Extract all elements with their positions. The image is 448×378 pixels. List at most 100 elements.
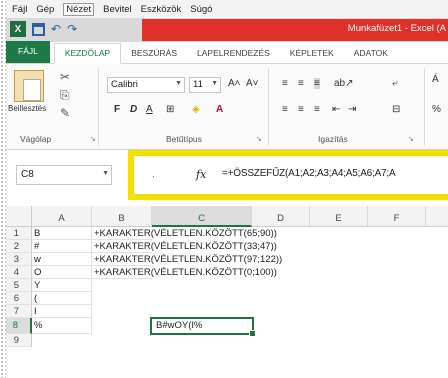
cell-a1[interactable]: B <box>32 227 92 240</box>
decrease-indent-icon[interactable]: ⇤ <box>332 104 340 115</box>
group-label-alignment: Igazítás <box>318 134 348 144</box>
worksheet-grid[interactable]: A B C D E F 1 2 3 4 5 6 7 8 9 B # w O Y … <box>6 206 448 378</box>
borders-icon[interactable]: ⊞ <box>166 104 174 115</box>
column-header-g[interactable] <box>426 206 448 227</box>
font-launcher-icon[interactable]: ↘ <box>256 135 262 143</box>
tab-data[interactable]: ADATOK <box>344 48 398 63</box>
italic-button[interactable]: D <box>130 104 137 115</box>
tab-formulas[interactable]: KÉPLETEK <box>280 48 344 63</box>
wrap-text-icon[interactable]: ⤶ <box>392 78 398 89</box>
font-name-select[interactable]: Calibri ▼ <box>107 77 185 93</box>
chevron-down-icon: ▼ <box>175 80 182 87</box>
cell-a5[interactable]: Y <box>32 279 92 292</box>
font-size-select[interactable]: 11 ▼ <box>189 77 221 93</box>
font-size-value: 11 <box>193 79 203 90</box>
active-cell-c8[interactable]: B#wOY(I% <box>150 317 256 337</box>
menu-machine[interactable]: Gép <box>36 4 54 15</box>
paste-button-label: Beillesztés <box>8 104 47 113</box>
row-header-6[interactable]: 6 <box>6 292 32 305</box>
column-header-d[interactable]: D <box>252 206 310 227</box>
column-header-e[interactable]: E <box>310 206 368 227</box>
font-name-value: Calibri <box>111 79 138 90</box>
cell-a6[interactable]: ( <box>32 292 92 305</box>
quick-access-toolbar: X ↶ ↷ <box>10 21 77 37</box>
align-left-icon[interactable]: ≡ <box>282 104 288 115</box>
format-painter-icon[interactable]: ✎ <box>60 106 70 120</box>
cell-a3[interactable]: w <box>32 253 92 266</box>
row-header-3[interactable]: 3 <box>6 253 32 266</box>
bold-button[interactable]: F <box>114 104 120 115</box>
menu-input[interactable]: Bevitel <box>103 4 132 15</box>
row-header-5[interactable]: 5 <box>6 279 32 292</box>
align-center-icon[interactable]: ≡ <box>298 104 304 115</box>
group-separator <box>424 68 425 146</box>
excel-logo-icon: X <box>10 21 26 37</box>
redo-icon[interactable]: ↷ <box>67 22 77 36</box>
grow-font-icon[interactable]: A˄ <box>228 78 241 89</box>
alignment-launcher-icon[interactable]: ↘ <box>408 135 414 143</box>
percent-icon[interactable]: % <box>432 104 441 115</box>
row-header-1[interactable]: 1 <box>6 227 32 240</box>
shrink-font-icon[interactable]: A˅ <box>246 78 259 89</box>
column-header-b[interactable]: B <box>92 206 152 227</box>
merge-center-icon[interactable]: ⊟ <box>392 104 400 115</box>
cut-icon[interactable]: ✂ <box>60 70 70 84</box>
tab-page-layout[interactable]: LAPELRENDEZÉS <box>187 48 280 63</box>
fill-color-icon[interactable]: ◈ <box>192 104 200 115</box>
menu-help[interactable]: Súgó <box>190 4 212 15</box>
formula-text: =+ÖSSZEFŰZ(A1;A2;A3;A4;A5;A6;A7;A <box>222 168 396 179</box>
title-bar: X ↶ ↷ Munkafüzet1 - Excel (A <box>6 18 448 42</box>
window-title: Munkafüzet1 - Excel (A <box>347 23 446 34</box>
cell-a8[interactable]: % <box>32 318 92 334</box>
row-header-2[interactable]: 2 <box>6 240 32 253</box>
menu-tools[interactable]: Eszközök <box>141 4 182 15</box>
column-header-c[interactable]: C <box>152 206 252 227</box>
formula-highlight: · fx =+ÖSSZEFŰZ(A1;A2;A3;A4;A5;A6;A7;A <box>128 150 448 200</box>
row-header-8[interactable]: 8 <box>6 318 32 334</box>
tab-home[interactable]: KEZDŐLAP <box>53 43 122 64</box>
undo-icon[interactable]: ↶ <box>51 22 61 36</box>
select-all-corner[interactable] <box>6 206 32 227</box>
cell-b2[interactable]: +KARAKTER(VÉLETLEN.KÖZÖTT(33;47)) <box>92 240 277 253</box>
chevron-down-icon: ▼ <box>211 80 218 87</box>
name-box[interactable]: C8 ▼ <box>16 165 112 185</box>
row-header-9[interactable]: 9 <box>6 334 32 347</box>
menu-view[interactable]: Nézet <box>63 2 95 16</box>
increase-indent-icon[interactable]: ⇥ <box>348 104 356 115</box>
cell-b3[interactable]: +KARAKTER(VÉLETLEN.KÖZÖTT(97;122)) <box>92 253 282 266</box>
cell-a2[interactable]: # <box>32 240 92 253</box>
cell-a4[interactable]: O <box>32 266 92 279</box>
group-separator <box>98 68 99 146</box>
copy-icon[interactable]: ⎘ <box>60 88 70 103</box>
group-label-font: Betűtípus <box>166 134 202 144</box>
align-middle-icon[interactable]: ≡ <box>298 78 304 89</box>
menu-bar: Fájl Gép Nézet Bevitel Eszközök Súgó <box>6 0 448 18</box>
fx-icon[interactable]: fx <box>196 168 206 181</box>
column-header-f[interactable]: F <box>368 206 426 227</box>
formula-input[interactable]: · fx =+ÖSSZEFŰZ(A1;A2;A3;A4;A5;A6;A7;A <box>134 156 448 194</box>
font-color-icon[interactable]: A <box>216 104 223 115</box>
ribbon-tabs: FÁJL KEZDŐLAP BESZÚRÁS LAPELRENDEZÉS KÉP… <box>6 41 448 64</box>
align-top-icon[interactable]: ≡ <box>282 78 288 89</box>
name-box-value: C8 <box>21 169 34 180</box>
group-label-clipboard: Vágólap <box>20 134 52 144</box>
cell-a7[interactable]: I <box>32 305 92 318</box>
clipboard-launcher-icon[interactable]: ↘ <box>90 135 96 143</box>
tab-insert[interactable]: BESZÚRÁS <box>121 48 187 63</box>
cell-b1[interactable]: +KARAKTER(VÉLETLEN.KÖZÖTT(65;90)) <box>92 227 277 240</box>
number-format-icon[interactable]: Á <box>432 74 439 85</box>
row-header-4[interactable]: 4 <box>6 266 32 279</box>
menu-file[interactable]: Fájl <box>12 4 27 15</box>
underline-button[interactable]: A <box>146 104 153 115</box>
align-bottom-icon[interactable]: ≡ <box>314 78 320 89</box>
orientation-icon[interactable]: ab↗ <box>334 78 354 89</box>
tab-file[interactable]: FÁJL <box>6 41 50 63</box>
column-header-a[interactable]: A <box>32 206 92 227</box>
ribbon: Beillesztés ✂ ⎘ ✎ Vágólap ↘ Calibri ▼ 11… <box>6 64 448 150</box>
cell-b4[interactable]: +KARAKTER(VÉLETLEN.KÖZÖTT(0;100)) <box>92 266 277 279</box>
align-right-icon[interactable]: ≡ <box>314 104 320 115</box>
paste-icon[interactable] <box>14 70 44 102</box>
row-header-7[interactable]: 7 <box>6 305 32 318</box>
formula-bar-dot: · <box>152 172 155 181</box>
save-icon[interactable] <box>32 22 45 36</box>
